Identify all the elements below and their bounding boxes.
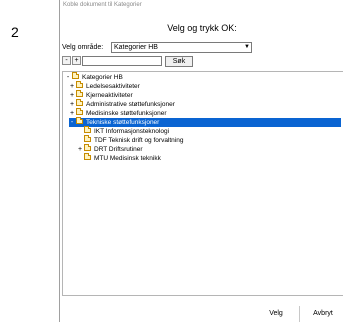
folder-icon	[76, 117, 83, 124]
tree-node[interactable]: - Tekniske støttefunksjoner	[69, 117, 341, 127]
tree-node-label: Kategorier HB	[82, 74, 123, 81]
expand-all-button[interactable]: +	[72, 56, 81, 65]
footer-divider	[299, 306, 300, 322]
dialog-footer: Velg Avbryt	[60, 304, 343, 322]
step-number: 2	[11, 24, 19, 40]
folder-icon	[76, 90, 83, 97]
tree-node-label: Medisinske støttefunksjoner	[86, 110, 167, 117]
tree-node-label: DRT Driftsrutiner	[94, 146, 143, 153]
tree-node[interactable]: MTU Medisinsk teknikk	[77, 153, 161, 163]
expand-icon[interactable]: +	[69, 109, 75, 118]
category-dialog: Koble dokument til Kategorier Velg og tr…	[59, 0, 343, 322]
tree-node-label: Kjerneaktiviteter	[86, 92, 133, 99]
expand-icon[interactable]: +	[69, 100, 75, 109]
tree-node[interactable]: + Medisinske støttefunksjoner	[69, 108, 167, 118]
folder-icon	[84, 126, 91, 133]
collapse-icon[interactable]: -	[69, 118, 75, 127]
tree-node[interactable]: - Kategorier HB	[65, 72, 123, 82]
folder-icon	[72, 72, 79, 79]
cancel-button[interactable]: Avbryt	[305, 308, 341, 320]
tree-node-label: Administrative støttefunksjoner	[86, 101, 175, 108]
tree-node-label: MTU Medisinsk teknikk	[94, 155, 161, 162]
folder-icon	[84, 144, 91, 151]
category-tree[interactable]: - Kategorier HB + Ledelsesaktiviteter + Kjern…	[62, 71, 343, 296]
search-input[interactable]	[82, 56, 162, 66]
select-button[interactable]: Velg	[258, 308, 294, 320]
dialog-title: Koble dokument til Kategorier	[63, 2, 142, 8]
expand-icon[interactable]: +	[69, 91, 75, 100]
collapse-all-button[interactable]: -	[62, 56, 71, 65]
tree-node-label: IKT Informasjonsteknologi	[94, 128, 170, 135]
folder-icon	[84, 135, 91, 142]
chevron-down-icon[interactable]: ▼	[244, 43, 250, 52]
tree-node-label: Ledelsesaktiviteter	[86, 83, 140, 90]
dialog-heading: Velg og trykk OK:	[167, 23, 237, 33]
expand-icon[interactable]: +	[69, 82, 75, 91]
tree-node[interactable]: + Administrative støttefunksjoner	[69, 99, 175, 109]
search-button[interactable]: Søk	[165, 56, 193, 67]
collapse-icon[interactable]: -	[65, 73, 71, 82]
expand-icon[interactable]: +	[77, 145, 83, 154]
tree-node[interactable]: IKT Informasjonsteknologi	[77, 126, 170, 136]
folder-icon	[84, 153, 91, 160]
area-select-value: Kategorier HB	[114, 44, 158, 51]
folder-icon	[76, 108, 83, 115]
area-label: Velg område:	[62, 44, 104, 51]
area-select[interactable]: Kategorier HB ▼	[111, 42, 252, 53]
tree-node-label: Tekniske støttefunksjoner	[86, 119, 160, 126]
tree-node-label: TDF Teknisk drift og forvaltning	[94, 137, 184, 144]
tree-node[interactable]: TDF Teknisk drift og forvaltning	[77, 135, 184, 145]
folder-icon	[76, 99, 83, 106]
folder-icon	[76, 81, 83, 88]
